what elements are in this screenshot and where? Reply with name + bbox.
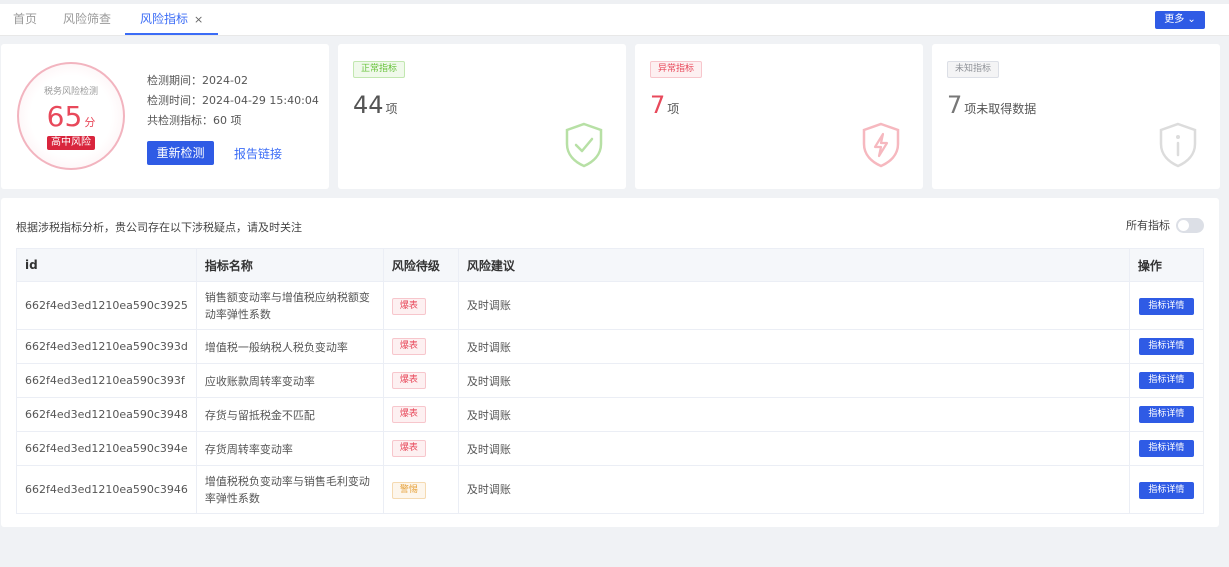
normal-indicators-count: 44 项 [353, 91, 398, 119]
table-row: 662f4ed3ed1210ea590c393d 增值税一般纳税人税负变动率 爆… [16, 329, 1205, 364]
column-header-action: 操作 [1128, 248, 1205, 282]
cell-level: 警惕 [382, 465, 459, 514]
cell-advice: 及时调账 [457, 329, 1130, 364]
indicator-detail-button[interactable]: 指标详情 [1138, 338, 1194, 355]
cell-name: 增值税税负变动率与销售毛利变动率弹性系数 [195, 465, 384, 514]
indicator-detail-button[interactable]: 指标详情 [1138, 440, 1194, 457]
cell-level: 爆表 [382, 329, 459, 364]
column-header-level: 风险待级 [382, 248, 459, 282]
cell-id: 662f4ed3ed1210ea590c393f [16, 363, 197, 398]
cell-action: 指标详情 [1128, 363, 1205, 398]
cell-name: 应收账款周转率变动率 [195, 363, 384, 398]
indicator-detail-button[interactable]: 指标详情 [1138, 372, 1194, 389]
risk-score-gauge: 税务风险检测 65 分 高中风险 [17, 62, 125, 170]
cell-action: 指标详情 [1128, 431, 1205, 466]
risk-level-badge: 爆表 [391, 338, 426, 355]
cell-level: 爆表 [382, 281, 459, 330]
table-row: 662f4ed3ed1210ea590c3948 存货与留抵税金不匹配 爆表 及… [16, 397, 1205, 432]
tab-risk-indicators-label: 风险指标 [140, 12, 189, 26]
risk-score-value: 65 [46, 100, 83, 133]
risk-score: 65 分 [19, 100, 123, 133]
table-row: 662f4ed3ed1210ea590c394e 存货周转率变动率 爆表 及时调… [16, 431, 1205, 466]
cell-id: 662f4ed3ed1210ea590c394e [16, 431, 197, 466]
indicator-detail-button[interactable]: 指标详情 [1138, 482, 1194, 499]
report-link[interactable]: 报告链接 [234, 145, 282, 162]
detection-total: 共检测指标：60 项 [147, 114, 242, 127]
table-header-row: id 指标名称 风险待级 风险建议 操作 [16, 248, 1205, 282]
risk-level-badge: 爆表 [391, 298, 426, 315]
cell-advice: 及时调账 [457, 465, 1130, 514]
cell-advice: 及时调账 [457, 431, 1130, 466]
normal-indicators-card: 正常指标 44 项 [338, 44, 626, 189]
normal-indicators-num: 44 [353, 91, 384, 119]
column-header-id: id [16, 248, 197, 282]
risk-level-badge: 高中风险 [47, 136, 95, 150]
table-row: 662f4ed3ed1210ea590c393f 应收账款周转率变动率 爆表 及… [16, 363, 1205, 398]
table-row: 662f4ed3ed1210ea590c3946 增值税税负变动率与销售毛利变动… [16, 465, 1205, 514]
abnormal-indicators-suffix: 项 [667, 102, 680, 116]
abnormal-indicators-num: 7 [650, 91, 666, 119]
normal-indicators-suffix: 项 [385, 102, 398, 116]
unknown-indicators-count: 7 项未取得数据 [947, 91, 1036, 119]
risk-level-badge: 爆表 [391, 440, 426, 457]
column-header-name: 指标名称 [195, 248, 384, 282]
close-icon[interactable]: × [194, 13, 203, 26]
risk-level-badge: 爆表 [391, 406, 426, 423]
indicator-detail-button[interactable]: 指标详情 [1138, 298, 1194, 315]
unknown-indicators-num: 7 [947, 91, 963, 119]
shield-check-icon [565, 122, 603, 168]
cell-name: 销售额变动率与增值税应纳税额变动率弹性系数 [195, 281, 384, 330]
risk-level-badge: 爆表 [391, 372, 426, 389]
all-indicators-label: 所有指标 [1126, 219, 1170, 232]
risk-level-badge: 警惕 [391, 482, 426, 499]
tab-bar: 首页 风险筛查 风险指标 × 更多 ⌄ [0, 0, 1229, 36]
detection-time: 检测时间：2024-04-29 15:40:04 [147, 94, 319, 107]
score-card: 税务风险检测 65 分 高中风险 检测期间：2024-02 检测时间：2024-0… [1, 44, 329, 189]
cell-advice: 及时调账 [457, 281, 1130, 330]
risk-indicator-table: id 指标名称 风险待级 风险建议 操作 662f4ed3ed1210ea590… [16, 248, 1205, 514]
normal-indicators-tag: 正常指标 [353, 61, 406, 78]
cell-action: 指标详情 [1128, 465, 1205, 514]
column-header-advice: 风险建议 [457, 248, 1130, 282]
tab-risk-indicators[interactable]: 风险指标 × [125, 4, 219, 35]
toggle-knob [1178, 220, 1189, 231]
cell-id: 662f4ed3ed1210ea590c3948 [16, 397, 197, 432]
cell-level: 爆表 [382, 431, 459, 466]
risk-indicator-panel: 根据涉税指标分析，贵公司存在以下涉税疑点，请及时关注 所有指标 id 指标名称 … [1, 198, 1219, 527]
cell-id: 662f4ed3ed1210ea590c3946 [16, 465, 197, 514]
cell-name: 存货周转率变动率 [195, 431, 384, 466]
table-row: 662f4ed3ed1210ea590c3925 销售额变动率与增值税应纳税额变… [16, 281, 1205, 330]
recheck-button[interactable]: 重新检测 [147, 141, 214, 165]
tab-risk-screening[interactable]: 风险筛查 [63, 4, 111, 35]
detection-period: 检测期间：2024-02 [147, 74, 248, 87]
abnormal-indicators-count: 7项 [650, 91, 679, 119]
abnormal-indicators-tag: 异常指标 [650, 61, 703, 78]
abnormal-indicators-card: 异常指标 7项 [635, 44, 923, 189]
unknown-indicators-card: 未知指标 7 项未取得数据 [932, 44, 1220, 189]
cell-level: 爆表 [382, 363, 459, 398]
shield-bolt-icon [862, 122, 900, 168]
cell-advice: 及时调账 [457, 363, 1130, 398]
tab-home[interactable]: 首页 [13, 4, 37, 35]
unknown-indicators-suffix: 项未取得数据 [964, 102, 1037, 116]
more-button[interactable]: 更多 ⌄ [1155, 11, 1205, 29]
risk-score-unit: 分 [84, 116, 96, 129]
cell-level: 爆表 [382, 397, 459, 432]
cell-advice: 及时调账 [457, 397, 1130, 432]
cell-action: 指标详情 [1128, 281, 1205, 330]
indicator-detail-button[interactable]: 指标详情 [1138, 406, 1194, 423]
all-indicators-toggle[interactable] [1176, 218, 1204, 233]
cell-id: 662f4ed3ed1210ea590c3925 [16, 281, 197, 330]
unknown-indicators-tag: 未知指标 [947, 61, 1000, 78]
gauge-title: 税务风险检测 [43, 87, 98, 97]
cell-action: 指标详情 [1128, 329, 1205, 364]
cell-action: 指标详情 [1128, 397, 1205, 432]
panel-description: 根据涉税指标分析，贵公司存在以下涉税疑点，请及时关注 [16, 221, 302, 234]
shield-info-icon [1159, 122, 1197, 168]
cell-id: 662f4ed3ed1210ea590c393d [16, 329, 197, 364]
cell-name: 增值税一般纳税人税负变动率 [195, 329, 384, 364]
cell-name: 存货与留抵税金不匹配 [195, 397, 384, 432]
